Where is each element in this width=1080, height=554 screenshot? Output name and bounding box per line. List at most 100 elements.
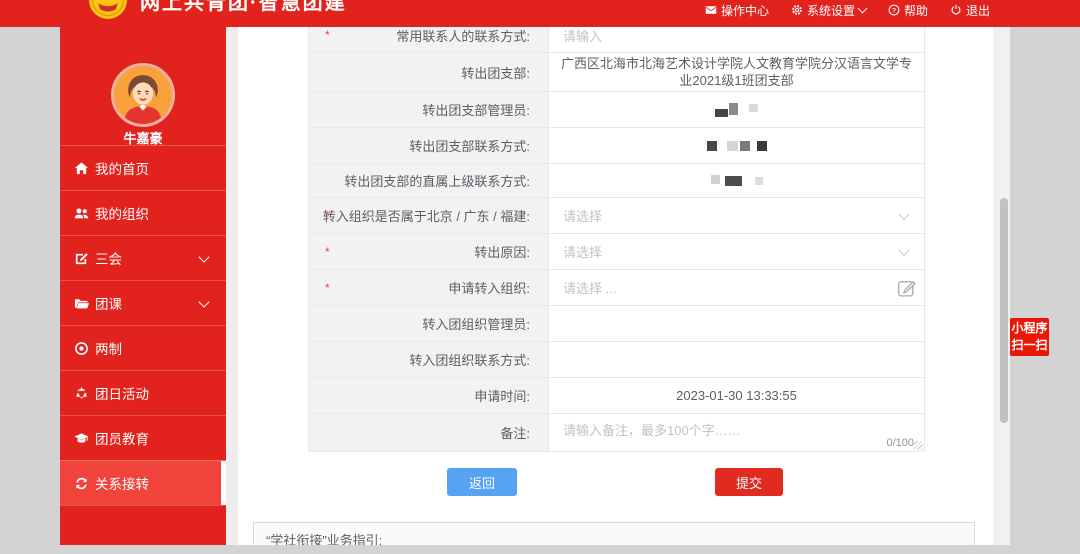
masked-value	[549, 141, 924, 151]
top-menu-item[interactable]: 系统设置	[791, 0, 866, 20]
top-header: 网上共青团·智慧团建 操作中心系统设置?帮助退出	[0, 0, 1080, 27]
select-placeholder: 请选择	[549, 206, 602, 225]
form-static-value	[549, 322, 924, 326]
top-menu-item-label: 退出	[966, 2, 990, 19]
form-label: 申请转入组织:	[448, 278, 530, 297]
form-row: 转出团支部联系方式:	[309, 128, 924, 164]
masked-block	[725, 176, 742, 186]
form-label-cell: *常用联系人的联系方式:	[309, 27, 549, 52]
back-button[interactable]: 返回	[447, 468, 517, 496]
form-row: * 申请转入组织: 请选择 ...	[309, 270, 924, 306]
target-icon	[74, 341, 89, 356]
form-label: 转入组织是否属于北京 / 广东 / 福建:	[323, 206, 530, 225]
form-value-cell[interactable]: 请选择	[549, 234, 924, 269]
sidebar-item-我的组织[interactable]: 我的组织	[60, 190, 226, 235]
question-icon: ?	[888, 4, 900, 16]
form-row: *常用联系人的联系方式:请输入	[309, 27, 924, 53]
form-value-cell	[549, 128, 924, 163]
form-value-cell: 2023-01-30 13:33:55	[549, 378, 924, 413]
compose-icon	[74, 251, 89, 266]
form-actions: 返回 提交	[238, 468, 993, 496]
masked-block	[727, 141, 738, 151]
gear-icon	[791, 4, 803, 16]
form-value-cell[interactable]: 请输入	[549, 27, 924, 52]
form-value-cell[interactable]: 请选择 ...	[549, 270, 924, 305]
masked-block	[711, 175, 720, 184]
form-value-cell	[549, 306, 924, 341]
chevron-down-icon	[858, 4, 868, 14]
picker-placeholder: 请选择 ...	[549, 278, 616, 297]
select-placeholder: 请选择	[549, 242, 602, 261]
form-value-cell[interactable]: 请输入备注，最多100个字…… 0/100	[549, 414, 924, 451]
masked-block	[715, 109, 728, 117]
form-label: 转出团支部管理员:	[422, 100, 530, 119]
top-menu-item[interactable]: 退出	[950, 0, 990, 20]
sidebar-item-团课[interactable]: 团课	[60, 280, 226, 325]
sidebar-item-关系接转[interactable]: 关系接转	[60, 460, 226, 505]
form-value-cell[interactable]: 请选择	[549, 198, 924, 233]
form-row: 转入团组织管理员:	[309, 306, 924, 342]
top-menu-item-label: 系统设置	[807, 2, 855, 19]
form-row: 申请时间: 2023-01-30 13:33:55	[309, 378, 924, 414]
sidebar-item-两制[interactable]: 两制	[60, 325, 226, 370]
required-asterisk: *	[325, 245, 330, 259]
form-label-cell: 申请时间:	[309, 378, 549, 413]
sidebar-item-团员教育[interactable]: 团员教育	[60, 415, 226, 460]
form-label: 申请时间:	[474, 386, 530, 405]
top-menu: 操作中心 系统设置 ?帮助 退出	[705, 0, 990, 27]
form-label-cell: *转入组织是否属于北京 / 广东 / 福建:	[309, 198, 549, 233]
edit-icon[interactable]	[896, 277, 917, 298]
home-icon	[74, 161, 89, 176]
sidebar-item-团日活动[interactable]: 团日活动	[60, 370, 226, 415]
form-label-cell: 转出团支部:	[309, 53, 549, 91]
form-label: 备注:	[500, 423, 530, 442]
required-asterisk: *	[325, 281, 330, 295]
sidebar-item-label: 团员教育	[95, 428, 149, 448]
content-gap-strip	[226, 27, 238, 545]
power-icon	[950, 4, 962, 16]
form-value-cell: 广西区北海市北海艺术设计学院人文教育学院分汉语言文学专业2021级1班团支部	[549, 53, 924, 91]
form-value-cell	[549, 342, 924, 377]
form-row: * 转出原因: 请选择	[309, 234, 924, 270]
masked-block	[749, 104, 758, 112]
top-menu-item[interactable]: 操作中心	[705, 0, 769, 20]
form-label-cell: * 转出原因:	[309, 234, 549, 269]
sidebar-item-三会[interactable]: 三会	[60, 235, 226, 280]
chevron-down-icon	[898, 208, 909, 219]
form-label: 转出原因:	[474, 242, 530, 261]
text-input-placeholder: 请输入	[549, 27, 602, 45]
chevron-down-icon	[898, 244, 909, 255]
form-static-value: 2023-01-30 13:33:55	[549, 385, 924, 406]
profile-block: 牛嘉豪	[60, 27, 226, 145]
sidebar-item-label: 团日活动	[95, 383, 149, 403]
form-label-cell: 转入团组织管理员:	[309, 306, 549, 341]
top-menu-item[interactable]: ?帮助	[888, 0, 928, 20]
masked-block	[755, 177, 763, 185]
form-value-cell	[549, 92, 924, 127]
users-icon	[74, 206, 89, 221]
masked-block	[740, 141, 750, 151]
sidebar-item-label: 两制	[95, 338, 122, 358]
form-label-cell: 备注:	[309, 414, 549, 451]
chevron-down-icon	[198, 296, 209, 307]
sidebar-item-我的首页[interactable]: 我的首页	[60, 145, 226, 190]
folder-icon	[74, 296, 89, 311]
chevron-down-icon	[198, 251, 209, 262]
char-counter: 0/100	[886, 437, 914, 449]
submit-button[interactable]: 提交	[715, 468, 783, 496]
avatar	[111, 63, 175, 127]
masked-block	[757, 141, 767, 151]
mini-program-badge[interactable]: 小程序 扫一扫	[1010, 318, 1049, 356]
form-label: 常用联系人的联系方式:	[396, 27, 530, 45]
guide-box: “学社衔接”业务指引:	[253, 522, 975, 545]
masked-value	[549, 103, 924, 117]
form-label-cell: 转入团组织联系方式:	[309, 342, 549, 377]
scrollbar-thumb[interactable]	[1000, 198, 1008, 423]
top-menu-item-label: 操作中心	[721, 2, 769, 19]
resize-handle[interactable]	[914, 441, 923, 450]
form-row: 转入团组织联系方式:	[309, 342, 924, 378]
form-label: 转出团支部的直属上级联系方式:	[344, 171, 530, 190]
masked-block	[707, 141, 717, 151]
textarea-placeholder: 请输入备注，最多100个字……	[563, 420, 741, 439]
sync-icon	[74, 476, 89, 491]
